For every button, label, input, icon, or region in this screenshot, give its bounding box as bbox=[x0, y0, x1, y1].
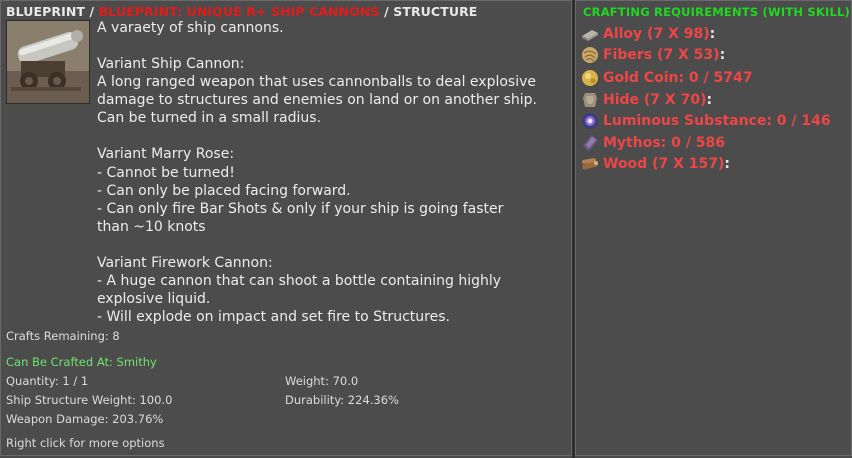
requirement-suffix: : bbox=[719, 47, 726, 63]
requirement-fibers[interactable]: Fibers (7 X 53): bbox=[580, 45, 725, 65]
requirement-mythos[interactable]: Mythos: 0 / 586 bbox=[580, 133, 725, 153]
wood-icon bbox=[582, 158, 599, 170]
description-line bbox=[97, 236, 559, 254]
description-line: Variant Marry Rose: bbox=[97, 146, 235, 163]
requirement-alloy[interactable]: Alloy (7 X 98): bbox=[580, 24, 715, 44]
description-line: - Will explode on impact and set fire to… bbox=[97, 309, 450, 326]
description-line: - A huge cannon that can shoot a bottle … bbox=[97, 273, 502, 290]
breadcrumb-item-name[interactable]: BLUEPRINT: UNIQUE R+ SHIP CANNONS bbox=[99, 4, 380, 19]
ship-structure-weight: Ship Structure Weight: 100.0 bbox=[6, 393, 173, 407]
requirement-suffix: : bbox=[706, 92, 713, 108]
breadcrumb: BLUEPRINT / BLUEPRINT: UNIQUE R+ SHIP CA… bbox=[6, 4, 477, 19]
description-line: - Can only be placed facing forward. bbox=[97, 182, 351, 199]
cannon-thumbnail bbox=[6, 20, 90, 104]
requirement-suffix: : bbox=[724, 156, 730, 172]
requirement-suffix: : bbox=[709, 26, 716, 42]
description-line: - Can only fire Bar Shots & only if your… bbox=[97, 200, 504, 217]
quantity: Quantity: 1 / 1 bbox=[6, 374, 89, 388]
fibers-icon bbox=[582, 47, 598, 63]
breadcrumb-separator: / bbox=[384, 4, 389, 19]
item-description: A varaety of ship cannons. Variant Ship C… bbox=[97, 19, 559, 326]
requirement-label: Hide (7 X 70) bbox=[603, 92, 707, 108]
description-line: damage to structures and enemies on land… bbox=[97, 92, 538, 109]
requirement-hide[interactable]: Hide (7 X 70): bbox=[580, 90, 712, 110]
right-click-hint: Right click for more options bbox=[6, 436, 165, 450]
durability: Durability: 224.36% bbox=[285, 393, 399, 407]
description-line: Can be turned in a small radius. bbox=[97, 110, 322, 127]
description-line: than ~10 knots bbox=[97, 218, 206, 235]
luminous-substance-icon bbox=[582, 113, 598, 129]
description-line: explosive liquid. bbox=[97, 291, 211, 308]
requirement-wood[interactable]: Wood (7 X 157): bbox=[580, 154, 730, 174]
requirement-label: Luminous Substance: 0 / 146 bbox=[603, 113, 831, 129]
breadcrumb-blueprint[interactable]: BLUEPRINT bbox=[6, 4, 85, 19]
breadcrumb-structure[interactable]: STRUCTURE bbox=[393, 4, 477, 19]
mythos-icon bbox=[583, 135, 598, 151]
hide-icon bbox=[583, 93, 597, 107]
requirement-label: Fibers (7 X 53) bbox=[603, 47, 720, 63]
crafts-remaining: Crafts Remaining: 8 bbox=[6, 329, 120, 343]
cannon-icon bbox=[7, 21, 89, 103]
requirement-label: Mythos: 0 / 586 bbox=[603, 135, 725, 151]
gold-coin-icon bbox=[582, 70, 598, 86]
requirement-label: Alloy (7 X 98) bbox=[603, 26, 710, 42]
weapon-damage: Weapon Damage: 203.76% bbox=[6, 412, 164, 426]
alloy-icon bbox=[582, 30, 598, 41]
breadcrumb-separator: / bbox=[89, 4, 95, 19]
description-line: A long ranged weapon that uses cannonbal… bbox=[97, 74, 537, 91]
weight: Weight: 70.0 bbox=[285, 374, 359, 388]
description-line: - Cannot be turned! bbox=[97, 164, 235, 181]
description-line bbox=[97, 37, 559, 55]
description-line bbox=[97, 127, 559, 145]
requirement-luminous-substance[interactable]: Luminous Substance: 0 / 146 bbox=[580, 111, 831, 131]
description-line: Variant Firework Cannon: bbox=[97, 254, 273, 271]
description-line: A varaety of ship cannons. bbox=[97, 20, 284, 36]
requirements-title: CRAFTING REQUIREMENTS (WITH SKILL) bbox=[583, 5, 850, 19]
requirement-gold-coin[interactable]: Gold Coin: 0 / 5747 bbox=[580, 68, 753, 88]
description-line: Variant Ship Cannon: bbox=[97, 56, 245, 73]
requirement-label: Wood (7 X 157) bbox=[603, 156, 725, 172]
crafted-at: Can Be Crafted At: Smithy bbox=[6, 355, 157, 369]
requirement-label: Gold Coin: 0 / 5747 bbox=[603, 70, 753, 86]
